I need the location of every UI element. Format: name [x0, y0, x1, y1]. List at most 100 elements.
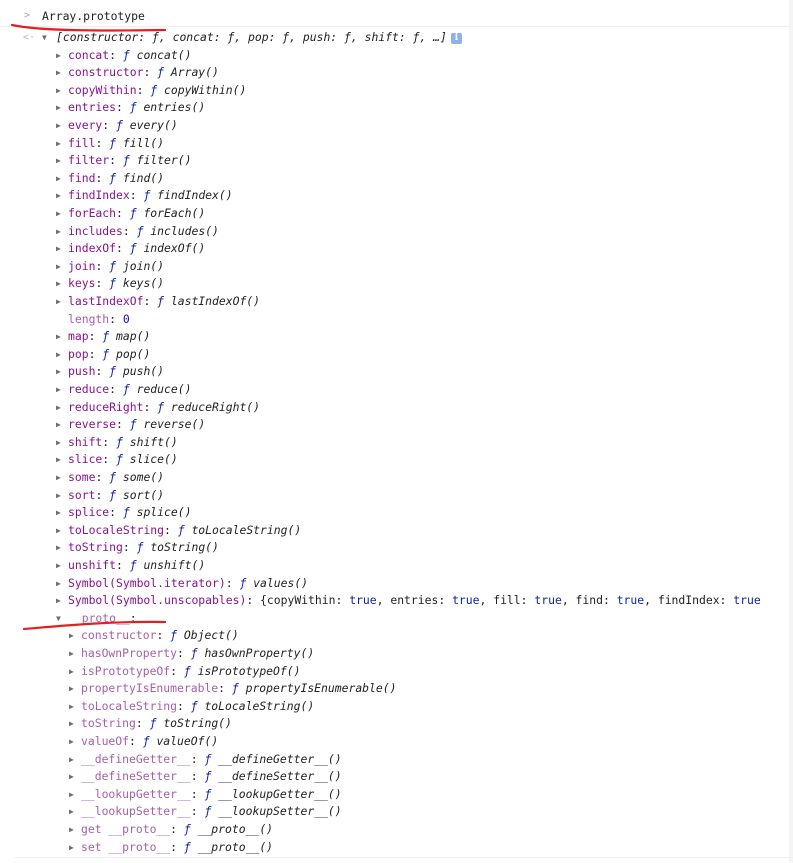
expand-arrow-icon[interactable]: ▶	[56, 187, 61, 205]
proto-property-row[interactable]: ▶ __defineGetter__: ƒ __defineGetter__()	[0, 751, 793, 769]
property-row[interactable]: ▶ splice: ƒ splice()	[0, 504, 793, 522]
expand-arrow-icon[interactable]: ▶	[56, 346, 61, 364]
proto-property-row[interactable]: ▶ isPrototypeOf: ƒ isPrototypeOf()	[0, 663, 793, 681]
expand-arrow-icon[interactable]: ▶	[69, 698, 74, 716]
property-row[interactable]: ▶ reverse: ƒ reverse()	[0, 416, 793, 434]
expand-arrow-icon[interactable]: ▶	[69, 715, 74, 733]
property-row[interactable]: ▶ filter: ƒ filter()	[0, 152, 793, 170]
expand-arrow-icon[interactable]: ▶	[56, 363, 61, 381]
property-key: entries	[68, 100, 117, 115]
proto-property-row[interactable]: ▶ propertyIsEnumerable: ƒ propertyIsEnume…	[0, 680, 793, 698]
expand-arrow-icon[interactable]: ▶	[56, 575, 61, 593]
expand-arrow-icon[interactable]: ▶	[69, 680, 74, 698]
expand-arrow-icon[interactable]: ▶	[56, 451, 61, 469]
property-row[interactable]: ▶ concat: ƒ concat()	[0, 47, 793, 65]
expand-arrow-icon[interactable]: ▼	[56, 610, 61, 628]
expand-arrow-icon[interactable]: ▶	[69, 663, 74, 681]
expand-arrow-icon[interactable]: ▶	[56, 293, 61, 311]
expand-arrow-icon[interactable]: ▶	[56, 223, 61, 241]
property-row[interactable]: ▶ includes: ƒ includes()	[0, 223, 793, 241]
expand-arrow-icon[interactable]: ▶	[56, 504, 61, 522]
property-row[interactable]: ▶ copyWithin: ƒ copyWithin()	[0, 82, 793, 100]
expand-arrow-icon[interactable]: ▶	[56, 82, 61, 100]
property-row[interactable]: ▶ find: ƒ find()	[0, 170, 793, 188]
expand-arrow-icon[interactable]: ▶	[69, 751, 74, 769]
boolean-value: true	[452, 593, 480, 608]
expand-arrow-icon[interactable]: ▶	[56, 592, 61, 610]
property-row[interactable]: ▶ indexOf: ƒ indexOf()	[0, 240, 793, 258]
property-row[interactable]: length: 0	[0, 311, 793, 329]
proto-property-row[interactable]: ▶ __defineSetter__: ƒ __defineSetter__()	[0, 768, 793, 786]
result-summary[interactable]: [constructor: ƒ, concat: ƒ, pop: ƒ, push…	[56, 29, 462, 47]
property-row[interactable]: ▶ shift: ƒ shift()	[0, 434, 793, 452]
property-row[interactable]: ▶ forEach: ƒ forEach()	[0, 205, 793, 223]
expand-arrow-icon[interactable]: ▶	[56, 434, 61, 452]
property-row[interactable]: ▶ keys: ƒ keys()	[0, 275, 793, 293]
property-row[interactable]: ▶ findIndex: ƒ findIndex()	[0, 187, 793, 205]
expand-arrow-icon[interactable]: ▶	[56, 381, 61, 399]
expand-arrow-icon[interactable]: ▶	[56, 205, 61, 223]
property-row[interactable]: ▶ reduce: ƒ reduce()	[0, 381, 793, 399]
proto-property-row[interactable]: ▶ valueOf: ƒ valueOf()	[0, 733, 793, 751]
expand-arrow-icon[interactable]: ▶	[56, 522, 61, 540]
property-row[interactable]: ▶ slice: ƒ slice()	[0, 451, 793, 469]
expand-arrow-icon[interactable]: ▶	[56, 135, 61, 153]
property-row[interactable]: ▶ sort: ƒ sort()	[0, 487, 793, 505]
proto-property-row[interactable]: ▶ toString: ƒ toString()	[0, 715, 793, 733]
expand-arrow-icon[interactable]: ▶	[69, 645, 74, 663]
property-row[interactable]: ▶ push: ƒ push()	[0, 363, 793, 381]
expand-arrow-icon[interactable]: ▶	[56, 469, 61, 487]
proto-property-row[interactable]: ▶ __lookupSetter__: ƒ __lookupSetter__()	[0, 803, 793, 821]
property-row[interactable]: ▶ constructor: ƒ Array()	[0, 64, 793, 82]
expand-arrow-icon[interactable]: ▶	[56, 152, 61, 170]
proto-property-row[interactable]: ▶ get __proto__: ƒ __proto__()	[0, 821, 793, 839]
proto-property-row[interactable]: ▶ hasOwnProperty: ƒ hasOwnProperty()	[0, 645, 793, 663]
property-row[interactable]: ▶ Symbol(Symbol.unscopables): {copyWithin…	[0, 592, 793, 610]
expand-arrow-icon[interactable]: ▶	[69, 768, 74, 786]
expand-arrow-icon[interactable]: ▶	[69, 733, 74, 751]
property-row[interactable]: ▶ some: ƒ some()	[0, 469, 793, 487]
expand-arrow-icon[interactable]: ▶	[56, 99, 61, 117]
proto-property-row[interactable]: ▶ constructor: ƒ Object()	[0, 627, 793, 645]
property-row[interactable]: ▶ join: ƒ join()	[0, 258, 793, 276]
scrollbar[interactable]	[789, 0, 793, 863]
property-row[interactable]: ▶ unshift: ƒ unshift()	[0, 557, 793, 575]
property-row[interactable]: ▶ lastIndexOf: ƒ lastIndexOf()	[0, 293, 793, 311]
expand-arrow-icon[interactable]: ▶	[69, 627, 74, 645]
expand-arrow-icon[interactable]: ▶	[69, 839, 74, 857]
property-row[interactable]: ▶ every: ƒ every()	[0, 117, 793, 135]
expand-arrow-icon[interactable]: ▶	[56, 539, 61, 557]
proto-property-row[interactable]: ▶ __lookupGetter__: ƒ __lookupGetter__()	[0, 786, 793, 804]
property-row[interactable]: ▶ Symbol(Symbol.iterator): ƒ values()	[0, 575, 793, 593]
property-row[interactable]: ▶ pop: ƒ pop()	[0, 346, 793, 364]
proto-property-row[interactable]: ▶ set __proto__: ƒ __proto__()	[0, 839, 793, 857]
expand-arrow-icon[interactable]: ▶	[56, 117, 61, 135]
expand-arrow-icon[interactable]: ▶	[56, 416, 61, 434]
proto-row[interactable]: ▼ __proto__:	[0, 610, 793, 628]
expand-arrow-icon[interactable]: ▶	[56, 258, 61, 276]
property-entry: toString: ƒ toString()	[68, 539, 219, 557]
expand-arrow-icon[interactable]: ▶	[56, 399, 61, 417]
proto-property-row[interactable]: ▶ toLocaleString: ƒ toLocaleString()	[0, 698, 793, 716]
expand-arrow-icon[interactable]: ▶	[56, 47, 61, 65]
expand-arrow-icon[interactable]: ▼	[42, 29, 47, 47]
property-row[interactable]: ▶ toLocaleString: ƒ toLocaleString()	[0, 522, 793, 540]
expand-arrow-icon[interactable]: ▶	[56, 275, 61, 293]
expand-arrow-icon[interactable]: ▶	[69, 803, 74, 821]
property-row[interactable]: ▶ toString: ƒ toString()	[0, 539, 793, 557]
property-row[interactable]: ▶ fill: ƒ fill()	[0, 135, 793, 153]
expand-arrow-icon[interactable]: ▶	[56, 487, 61, 505]
console-input-row[interactable]: > Array.prototype	[0, 6, 793, 27]
function-name: reduce()	[136, 382, 192, 396]
expand-arrow-icon[interactable]: ▶	[56, 170, 61, 188]
property-row[interactable]: ▶ map: ƒ map()	[0, 328, 793, 346]
expand-arrow-icon[interactable]: ▶	[69, 821, 74, 839]
info-icon[interactable]: i	[450, 33, 462, 44]
expand-arrow-icon[interactable]: ▶	[56, 557, 61, 575]
property-row[interactable]: ▶ reduceRight: ƒ reduceRight()	[0, 399, 793, 417]
expand-arrow-icon[interactable]: ▶	[56, 240, 61, 258]
expand-arrow-icon[interactable]: ▶	[56, 64, 61, 82]
expand-arrow-icon[interactable]: ▶	[69, 786, 74, 804]
expand-arrow-icon[interactable]: ▶	[56, 328, 61, 346]
property-row[interactable]: ▶ entries: ƒ entries()	[0, 99, 793, 117]
